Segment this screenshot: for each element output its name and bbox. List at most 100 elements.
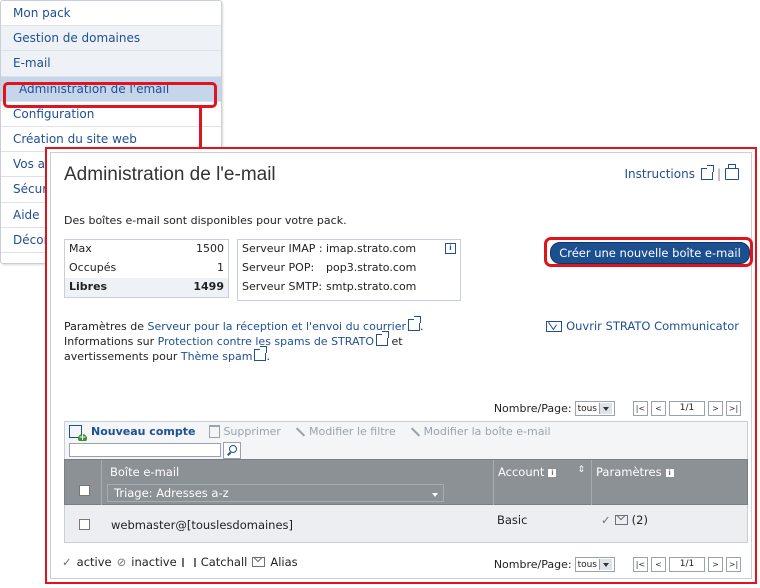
new-account-button[interactable]: Nouveau compte <box>69 425 196 443</box>
per-page-select[interactable]: tous <box>574 557 615 572</box>
highlight-connector-line <box>199 107 202 149</box>
print-icon[interactable] <box>725 164 739 180</box>
stat-value: 1 <box>217 261 224 274</box>
settings-line-theme: avertissements pour Thème spam. <box>64 346 484 364</box>
settings-text: Paramètres de Serveur pour la réception … <box>64 316 484 364</box>
communicator-icon <box>546 320 563 332</box>
catchall-icon <box>181 557 196 567</box>
stat-label: Occupés <box>69 261 117 274</box>
first-page-button[interactable]: |< <box>633 401 648 416</box>
server-value: imap.strato.com <box>326 242 417 255</box>
server-row-smtp: Serveur SMTP: smtp.strato.com <box>238 278 460 297</box>
page-indicator: 1/1 <box>669 557 705 572</box>
settings-prefix: Informations sur <box>64 335 158 348</box>
external-link-icon <box>254 346 268 361</box>
column-mailbox-label[interactable]: Boîte e-mail <box>110 465 179 479</box>
server-label: Serveur IMAP : <box>242 242 323 255</box>
per-page-select[interactable]: tous <box>574 401 615 416</box>
server-settings-link[interactable]: Serveur pour la réception et l'envoi du … <box>147 320 406 333</box>
instructions-link[interactable]: Instructions <box>624 167 694 181</box>
pencil-icon <box>295 426 306 437</box>
per-page-value: tous <box>577 403 597 414</box>
stat-row-libres: Libres 1499 <box>65 278 228 297</box>
info-icon[interactable]: i <box>665 469 674 477</box>
next-page-button[interactable]: > <box>708 557 723 572</box>
server-label: Serveur SMTP: <box>242 280 323 293</box>
sidebar-item-email[interactable]: E-mail <box>1 51 221 77</box>
search-icon[interactable] <box>223 442 241 459</box>
last-page-button[interactable]: >| <box>726 557 741 572</box>
pager-label: Nombre/Page: <box>493 558 572 571</box>
sidebar-item-gestion-domaines[interactable]: Gestion de domaines <box>1 26 221 52</box>
search-input[interactable] <box>69 443 221 457</box>
sort-arrows-icon[interactable]: ⇕ <box>577 465 585 475</box>
communicator-link[interactable]: Ouvrir STRATO Communicator <box>566 319 739 333</box>
instructions-area: Instructions | <box>624 164 739 181</box>
info-icon[interactable]: i <box>445 243 456 254</box>
edit-mailbox-label: Modifier la boîte e-mail <box>423 425 551 438</box>
add-account-icon <box>69 425 87 443</box>
external-link-icon <box>700 165 714 180</box>
legend-alias: Alias <box>270 555 298 569</box>
params-count: (2) <box>631 513 648 527</box>
new-account-label: Nouveau compte <box>91 425 196 438</box>
row-checkbox[interactable] <box>79 519 90 530</box>
alias-icon <box>614 515 628 525</box>
external-link-icon <box>376 331 390 346</box>
legend-active: active <box>76 555 112 569</box>
server-info-box: Serveur IMAP : imap.strato.com Serveur P… <box>237 239 461 301</box>
stat-label: Max <box>69 242 92 255</box>
server-value: smtp.strato.com <box>326 280 417 293</box>
table-row[interactable]: webmaster@[touslesdomaines] Basic ✓ (2) <box>64 505 748 543</box>
select-all-checkbox[interactable] <box>79 485 90 496</box>
pager-label: Nombre/Page: <box>493 402 572 415</box>
email-admin-panel: Administration de l'e-mail Instructions … <box>50 152 753 579</box>
pager-top: Nombre/Page: tous |< < 1/1 > >| <box>494 401 741 416</box>
mailbox-stats-box: Max 1500 Occupés 1 Libres 1499 <box>64 239 229 298</box>
sort-select[interactable]: Triage: Adresses a-z <box>107 484 444 502</box>
column-params-header: Paramètres i <box>596 465 674 479</box>
server-row-imap: Serveur IMAP : imap.strato.com <box>238 240 460 259</box>
prev-page-button[interactable]: < <box>651 557 666 572</box>
info-icon[interactable]: i <box>548 469 557 477</box>
mailbox-toolbar: Nouveau compte Supprimer Modifier le fil… <box>64 421 748 443</box>
mailbox-address[interactable]: webmaster@[touslesdomaines] <box>111 518 293 532</box>
edit-mailbox-button[interactable]: Modifier la boîte e-mail <box>410 425 551 438</box>
pager-bottom: Nombre/Page: tous |< < 1/1 > >| <box>494 557 741 572</box>
trash-icon <box>209 425 221 438</box>
edit-filter-button[interactable]: Modifier le filtre <box>295 425 396 438</box>
spam-theme-link[interactable]: Thème spam <box>181 350 253 363</box>
stat-label: Libres <box>69 280 108 293</box>
last-page-button[interactable]: >| <box>726 401 741 416</box>
chevron-down-icon <box>599 403 612 414</box>
communicator-link-area[interactable]: Ouvrir STRATO Communicator <box>546 319 739 333</box>
check-icon: ✓ <box>62 555 72 569</box>
table-header: Boîte e-mail Triage: Adresses a-z Accoun… <box>64 459 748 506</box>
edit-filter-label: Modifier le filtre <box>308 425 396 438</box>
sidebar-item-mon-pack[interactable]: Mon pack <box>1 1 221 27</box>
stat-row-max: Max 1500 <box>65 240 228 259</box>
page-indicator: 1/1 <box>669 401 705 416</box>
column-account-header[interactable]: Account i <box>498 465 557 479</box>
server-value: pop3.strato.com <box>326 261 417 274</box>
intro-text: Des boîtes e-mail sont disponibles pour … <box>64 214 347 227</box>
pencil-icon <box>410 426 420 437</box>
row-checkbox-area <box>79 519 90 533</box>
account-type: Basic <box>497 513 528 527</box>
delete-label: Supprimer <box>223 425 281 438</box>
prev-page-button[interactable]: < <box>651 401 666 416</box>
settings-prefix: Paramètres de <box>64 320 148 333</box>
check-icon: ✓ <box>601 513 611 527</box>
external-link-icon <box>408 316 422 331</box>
first-page-button[interactable]: |< <box>633 557 648 572</box>
sidebar-highlight-frame <box>3 82 217 108</box>
column-params-label: Paramètres <box>596 465 662 479</box>
stat-value: 1499 <box>193 280 224 293</box>
delete-button[interactable]: Supprimer <box>209 425 281 438</box>
inactive-icon: ⊘ <box>116 555 127 569</box>
settings-suffix: et <box>388 335 403 348</box>
select-all-checkbox-area <box>79 485 90 499</box>
next-page-button[interactable]: > <box>708 401 723 416</box>
legend-catchall: Catchall <box>200 555 248 569</box>
email-admin-panel-highlight: Administration de l'e-mail Instructions … <box>45 147 757 584</box>
